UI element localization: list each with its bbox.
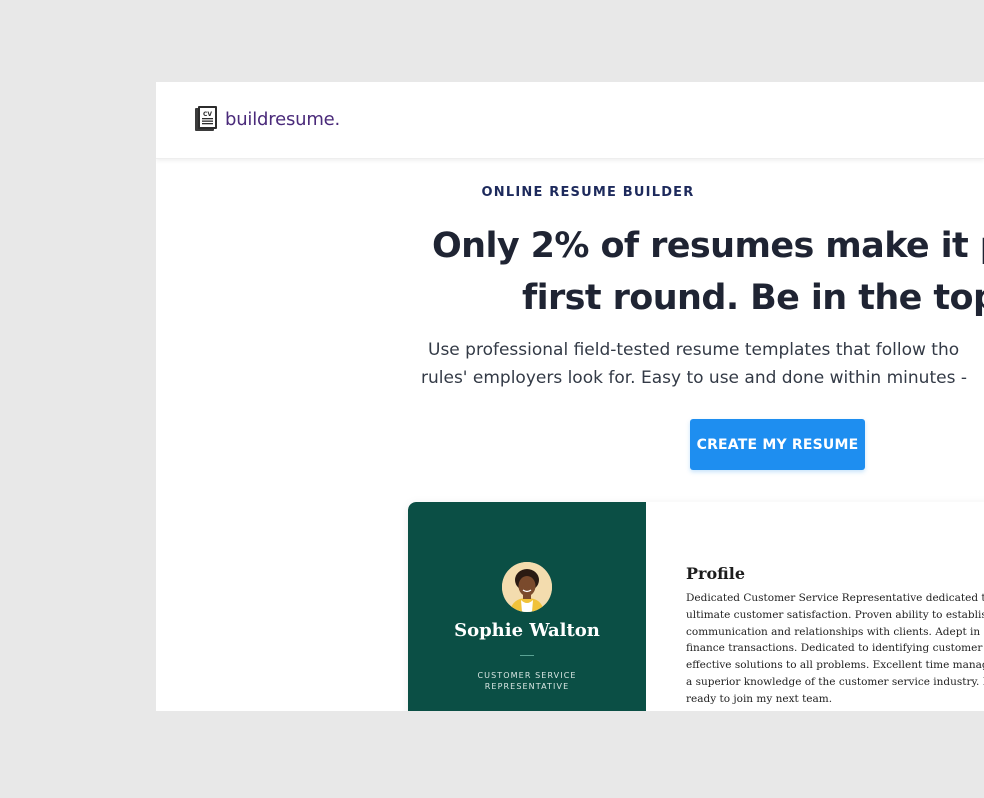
logo-text: buildresume. [225, 108, 341, 130]
resume-name: Sophie Walton [454, 620, 600, 641]
browser-viewport: CV buildresume. ONLINE RESUME BUILDER On… [156, 82, 984, 711]
hero-headline-line-1: Only 2% of resumes make it p [432, 226, 984, 266]
resume-sidebar: Sophie Walton CUSTOMER SERVICE REPRESENT… [408, 502, 646, 711]
hero-subtext: Use professional field-tested resume tem… [421, 336, 984, 392]
avatar [502, 562, 552, 612]
hero-subtext-line-2: rules' employers look for. Easy to use a… [421, 368, 967, 388]
hero-subtext-line-1: Use professional field-tested resume tem… [428, 340, 960, 360]
profile-line: ultimate customer satisfaction. Proven a… [686, 608, 984, 621]
create-my-resume-button[interactable]: CREATE MY RESUME [690, 419, 865, 470]
resume-preview: Sophie Walton CUSTOMER SERVICE REPRESENT… [408, 502, 984, 711]
profile-line: Dedicated Customer Service Representativ… [686, 592, 984, 604]
profile-line: effective solutions to all problems. Exc… [686, 659, 984, 672]
hero-eyebrow: ONLINE RESUME BUILDER [481, 185, 695, 200]
cv-document-icon: CV [194, 106, 218, 132]
profile-text: Dedicated Customer Service Representativ… [686, 590, 984, 708]
profile-heading: Profile [686, 564, 746, 583]
hero-headline-line-2: first round. Be in the top 2 [522, 278, 984, 318]
svg-text:CV: CV [203, 111, 212, 118]
resume-role-line-1: CUSTOMER SERVICE [477, 671, 577, 680]
resume-role-line-2: REPRESENTATIVE [484, 682, 570, 691]
name-divider [520, 655, 534, 656]
profile-line: ready to join my next team. [686, 692, 833, 705]
site-header: CV buildresume. [156, 82, 984, 159]
hero-headline: Only 2% of resumes make it p first round… [432, 220, 984, 324]
profile-line: a superior knowledge of the customer ser… [686, 675, 984, 688]
resume-role: CUSTOMER SERVICE REPRESENTATIVE [408, 670, 646, 692]
logo-link[interactable]: CV buildresume. [194, 106, 340, 132]
profile-line: communication and relationships with cli… [686, 625, 984, 638]
profile-line: finance transactions. Dedicated to ident… [686, 642, 984, 655]
